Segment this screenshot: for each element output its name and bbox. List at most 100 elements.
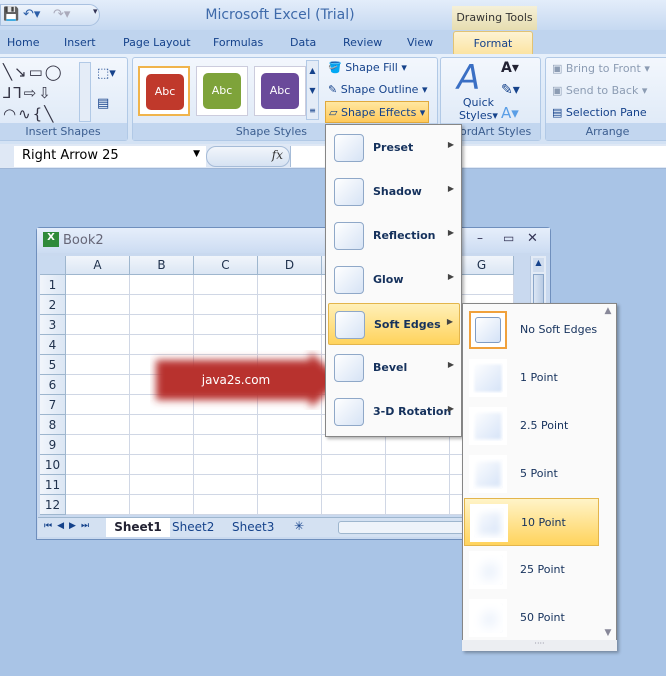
- edit-shape-icon[interactable]: ⬚▾: [97, 66, 116, 81]
- cell-A10[interactable]: [66, 455, 130, 475]
- soft-edge-option-50-point[interactable]: 50 Point: [464, 594, 599, 642]
- cell-F12[interactable]: [386, 495, 450, 515]
- tab-format[interactable]: Format: [453, 31, 533, 55]
- row-header-11[interactable]: 11: [40, 475, 66, 495]
- cell-A11[interactable]: [66, 475, 130, 495]
- row-header-1[interactable]: 1: [40, 275, 66, 295]
- cell-E10[interactable]: [322, 455, 386, 475]
- cell-C12[interactable]: [194, 495, 258, 515]
- cell-D1[interactable]: [258, 275, 322, 295]
- menu-item-shadow[interactable]: Shadow ▶: [328, 171, 460, 213]
- scroll-up-icon[interactable]: ▲: [533, 258, 544, 272]
- cell-E11[interactable]: [322, 475, 386, 495]
- cell-B3[interactable]: [130, 315, 194, 335]
- cell-B2[interactable]: [130, 295, 194, 315]
- shape-effects-button[interactable]: ▱ Shape Effects ▾: [325, 101, 429, 123]
- sheet-tab-sheet3[interactable]: Sheet3: [232, 520, 274, 534]
- cell-C8[interactable]: [194, 415, 258, 435]
- cell-C3[interactable]: [194, 315, 258, 335]
- cell-F9[interactable]: [386, 435, 450, 455]
- scroll-down-icon[interactable]: ▼: [600, 628, 616, 638]
- column-header-D[interactable]: D: [258, 256, 322, 275]
- cell-B9[interactable]: [130, 435, 194, 455]
- shapes-gallery-scroll[interactable]: [79, 62, 91, 122]
- soft-edge-option-no-soft-edges[interactable]: No Soft Edges: [464, 306, 599, 354]
- sheet-tab-sheet1[interactable]: Sheet1: [106, 518, 170, 537]
- name-box[interactable]: Right Arrow 25 ▼: [14, 146, 206, 167]
- column-header-A[interactable]: A: [66, 256, 130, 275]
- cell-B12[interactable]: [130, 495, 194, 515]
- tab-formulas[interactable]: Formulas: [213, 36, 263, 49]
- cell-B8[interactable]: [130, 415, 194, 435]
- cell-B10[interactable]: [130, 455, 194, 475]
- tab-review[interactable]: Review: [343, 36, 382, 49]
- tab-insert[interactable]: Insert: [64, 36, 96, 49]
- column-header-B[interactable]: B: [130, 256, 194, 275]
- shapes-gallery-icon[interactable]: ╲↘▭◯ ⅃⅂⇨⇩ ◠∿{╲: [3, 62, 64, 125]
- menu-item-3-d-rotation[interactable]: 3-D Rotation ▶: [328, 391, 460, 433]
- cell-B1[interactable]: [130, 275, 194, 295]
- chevron-down-icon[interactable]: ▼: [193, 149, 200, 159]
- cell-C9[interactable]: [194, 435, 258, 455]
- row-header-2[interactable]: 2: [40, 295, 66, 315]
- restore-icon[interactable]: ▭: [503, 231, 514, 245]
- cell-A2[interactable]: [66, 295, 130, 315]
- soft-edge-option-25-point[interactable]: 25 Point: [464, 546, 599, 594]
- cell-C1[interactable]: [194, 275, 258, 295]
- style-swatch[interactable]: Abc: [196, 66, 248, 116]
- cell-A3[interactable]: [66, 315, 130, 335]
- close-icon[interactable]: ✕: [527, 231, 538, 246]
- row-header-7[interactable]: 7: [40, 395, 66, 415]
- insert-function-icon[interactable]: fx: [272, 148, 283, 162]
- row-header-5[interactable]: 5: [40, 355, 66, 375]
- menu-item-glow[interactable]: Glow ▶: [328, 259, 460, 301]
- sheet-tab-sheet2[interactable]: Sheet2: [172, 520, 214, 534]
- text-outline-icon[interactable]: ✎▾: [501, 82, 520, 98]
- style-swatch[interactable]: Abc: [254, 66, 306, 116]
- soft-edge-option-10-point[interactable]: 10 Point: [464, 498, 599, 546]
- style-swatch[interactable]: Abc: [138, 66, 190, 116]
- cell-D11[interactable]: [258, 475, 322, 495]
- cell-D9[interactable]: [258, 435, 322, 455]
- cell-A6[interactable]: [66, 375, 130, 395]
- right-arrow-shape[interactable]: java2s.com: [150, 350, 345, 410]
- menu-item-bevel[interactable]: Bevel ▶: [328, 347, 460, 389]
- row-header-8[interactable]: 8: [40, 415, 66, 435]
- cell-B11[interactable]: [130, 475, 194, 495]
- cell-C2[interactable]: [194, 295, 258, 315]
- row-header-9[interactable]: 9: [40, 435, 66, 455]
- cell-A7[interactable]: [66, 395, 130, 415]
- cell-A5[interactable]: [66, 355, 130, 375]
- soft-edge-option-5-point[interactable]: 5 Point: [464, 450, 599, 498]
- cell-C11[interactable]: [194, 475, 258, 495]
- cell-A4[interactable]: [66, 335, 130, 355]
- row-header-3[interactable]: 3: [40, 315, 66, 335]
- soft-edge-option-1-point[interactable]: 1 Point: [464, 354, 599, 402]
- cell-E9[interactable]: [322, 435, 386, 455]
- cell-A8[interactable]: [66, 415, 130, 435]
- text-fill-icon[interactable]: A▾: [501, 60, 519, 76]
- cell-D8[interactable]: [258, 415, 322, 435]
- cell-D3[interactable]: [258, 315, 322, 335]
- select-all-button[interactable]: [40, 256, 66, 275]
- cell-F11[interactable]: [386, 475, 450, 495]
- text-effects-icon[interactable]: A▾: [501, 104, 519, 122]
- cell-A1[interactable]: [66, 275, 130, 295]
- sheet-nav-icons[interactable]: ⏮◀▶⏭: [44, 521, 94, 531]
- cell-D12[interactable]: [258, 495, 322, 515]
- cell-A9[interactable]: [66, 435, 130, 455]
- cell-C10[interactable]: [194, 455, 258, 475]
- shape-outline-button[interactable]: ✎ Shape Outline ▾: [328, 83, 428, 96]
- column-header-C[interactable]: C: [194, 256, 258, 275]
- insert-sheet-icon[interactable]: ✳: [294, 519, 304, 533]
- cell-F10[interactable]: [386, 455, 450, 475]
- bring-to-front-button[interactable]: ▣ Bring to Front ▾: [552, 62, 650, 75]
- tab-view[interactable]: View: [407, 36, 433, 49]
- text-box-icon[interactable]: ▤: [97, 96, 109, 111]
- soft-edge-option-2-5-point[interactable]: 2.5 Point: [464, 402, 599, 450]
- scroll-up-icon[interactable]: ▲: [600, 306, 616, 316]
- cell-E12[interactable]: [322, 495, 386, 515]
- minimize-icon[interactable]: –: [477, 231, 483, 245]
- cell-A12[interactable]: [66, 495, 130, 515]
- shape-fill-button[interactable]: 🪣 Shape Fill ▾: [328, 61, 407, 74]
